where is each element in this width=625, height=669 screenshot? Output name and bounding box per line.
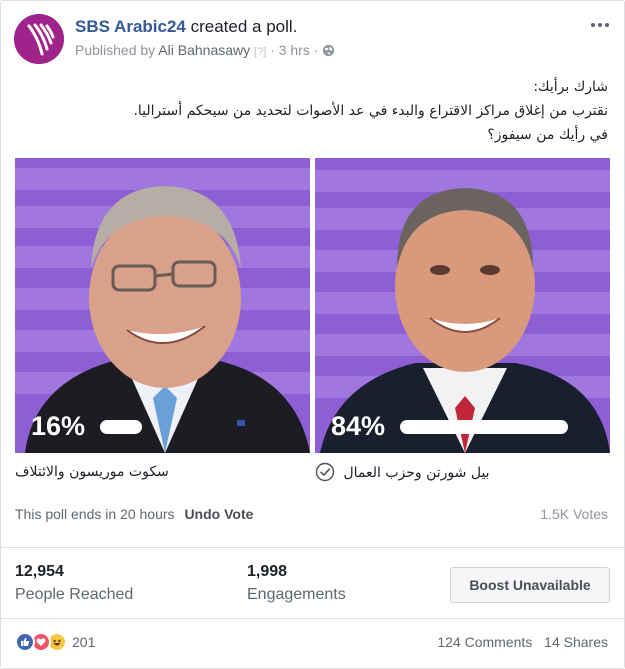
vote-count[interactable]: 1.5K Votes [540, 505, 608, 523]
shares-count-link[interactable]: 14 Shares [544, 634, 608, 650]
option-result-bar [100, 420, 142, 434]
option-percent: 16% [31, 411, 86, 441]
sbs-logo-icon [14, 14, 64, 64]
post-action-text: created a poll. [185, 17, 298, 36]
morrison-photo [15, 158, 310, 453]
reactions-summary[interactable]: 201 [15, 632, 95, 652]
more-dot-icon [598, 23, 602, 27]
author-link[interactable]: Ali Bahnasawy [158, 42, 250, 58]
poll-option-shorten[interactable]: 84% [315, 158, 610, 453]
post-text-line: في رأيك من سيفوز؟ [487, 127, 608, 143]
published-by-text: Published by [75, 42, 159, 58]
engagements-label: Engagements [247, 586, 346, 603]
post-text-line: نقترب من إغلاق مراكز الاقتراع والبدء في … [133, 103, 608, 119]
page-name-link[interactable]: SBS Arabic24 [75, 17, 186, 36]
people-reached-label: People Reached [15, 586, 134, 603]
timestamp[interactable]: · 3 hrs · [270, 42, 318, 58]
people-reached-value[interactable]: 12,954 [15, 562, 64, 582]
post-text-line: شارك برأيك: [533, 79, 608, 95]
more-dot-icon [591, 23, 595, 27]
globe-icon[interactable] [322, 44, 335, 57]
check-circle-icon [315, 462, 335, 482]
option-result-bar [400, 420, 568, 434]
post-text: شارك برأيك: نقترب من إغلاق مراكز الاقترا… [18, 75, 608, 147]
engagement-counts: 124 Comments 14 Shares [437, 634, 608, 650]
help-link[interactable]: [?] [254, 46, 266, 58]
poll-ends-text: This poll ends in 20 hours [15, 506, 175, 522]
more-options-button[interactable] [588, 15, 612, 35]
poll-post-card: SBS Arabic24 created a poll. Published b… [0, 0, 625, 669]
option-label-text: بيل شورتن وحزب العمال [343, 465, 490, 481]
undo-vote-link[interactable]: Undo Vote [184, 506, 253, 522]
more-dot-icon [605, 23, 609, 27]
page-avatar[interactable] [14, 14, 64, 64]
shorten-photo [315, 158, 610, 453]
post-header-meta: Published by Ali Bahnasawy [?] · 3 hrs · [75, 41, 335, 61]
boost-unavailable-button[interactable]: Boost Unavailable [450, 567, 610, 603]
option-label-morrison[interactable]: سكوت موريسون والائتلاف [15, 462, 310, 482]
engagements-value[interactable]: 1,998 [247, 562, 287, 582]
option-label-text: سكوت موريسون والائتلاف [15, 464, 169, 480]
option-label-shorten[interactable]: بيل شورتن وحزب العمال [315, 462, 610, 483]
option-percent: 84% [331, 411, 386, 441]
poll-option-morrison[interactable]: 16% [15, 158, 310, 453]
poll-status: This poll ends in 20 hours Undo Vote [15, 505, 253, 523]
divider [1, 618, 625, 619]
divider [1, 547, 625, 548]
like-icon [15, 632, 35, 652]
post-header-title: SBS Arabic24 created a poll. [75, 17, 297, 37]
comments-count-link[interactable]: 124 Comments [437, 634, 532, 650]
reaction-count: 201 [72, 634, 96, 650]
